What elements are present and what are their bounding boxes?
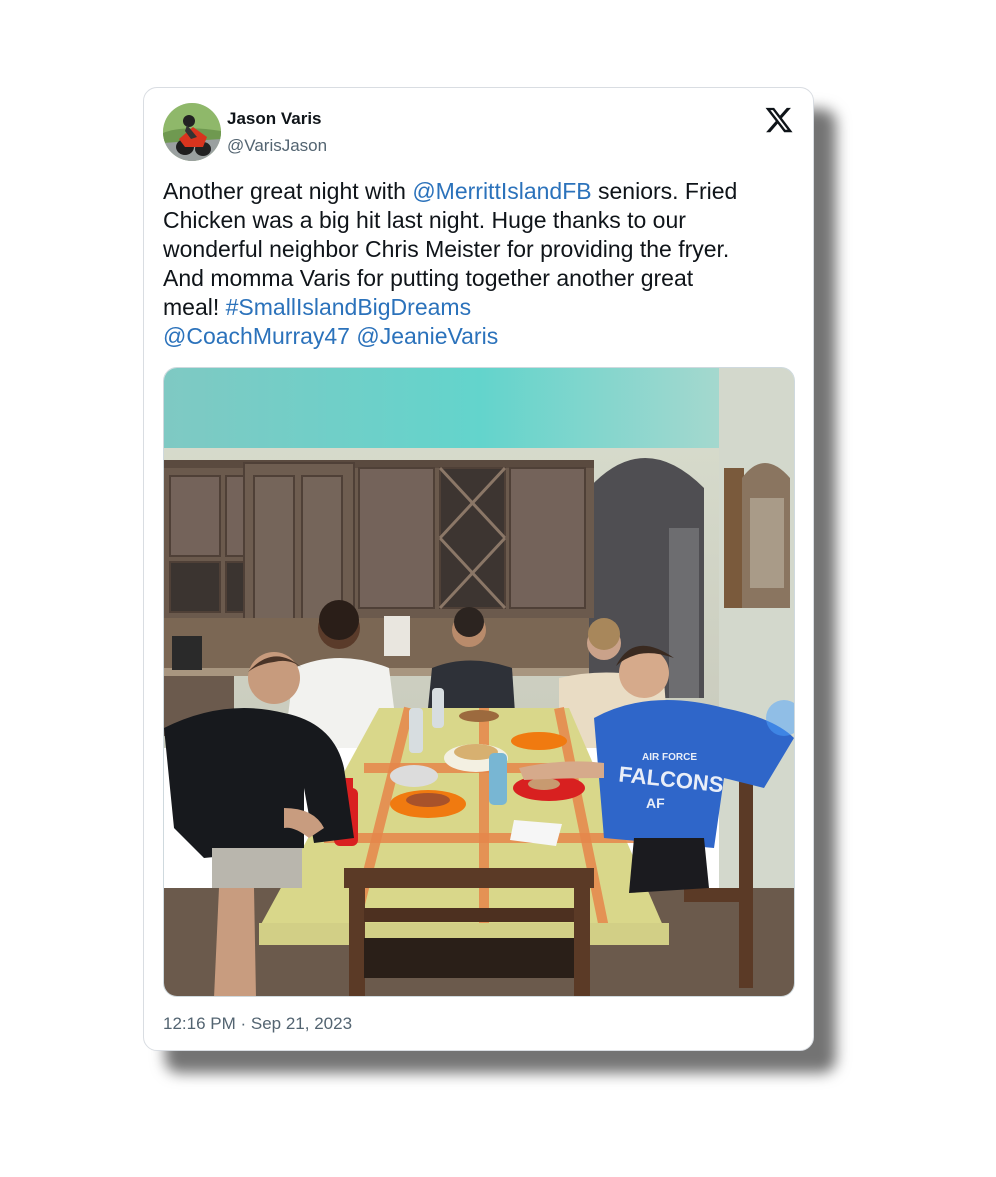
author-handle[interactable]: @VarisJason [227, 136, 327, 156]
mention-link[interactable]: @MerrittIslandFB [412, 178, 591, 204]
tweet-text: Another great night with @MerrittIslandF… [163, 177, 803, 351]
author-display-name[interactable]: Jason Varis [227, 109, 327, 129]
mention-link[interactable]: @JeanieVaris [356, 323, 498, 349]
mention-link[interactable]: @CoachMurray47 [163, 323, 350, 349]
author-info: Jason Varis @VarisJason [227, 109, 327, 156]
dinner-photo-image: AIR FORCE FALCONS AF [164, 368, 794, 996]
hashtag-link[interactable]: #SmallIslandBigDreams [226, 294, 471, 320]
tweet-timestamp[interactable]: 12:16 PM · Sep 21, 2023 [163, 1014, 352, 1034]
tweet-card: Jason Varis @VarisJason Another great ni… [143, 87, 814, 1051]
x-logo-icon[interactable] [764, 105, 794, 135]
tweet-text-segment: Another great night with [163, 178, 413, 204]
motorcycle-rider-avatar-image [163, 103, 221, 161]
shirt-text-line1: AIR FORCE [642, 752, 697, 763]
author-avatar[interactable] [163, 103, 221, 161]
tweet-photo[interactable]: AIR FORCE FALCONS AF [163, 367, 795, 997]
shirt-text-logo: AF [646, 795, 665, 811]
